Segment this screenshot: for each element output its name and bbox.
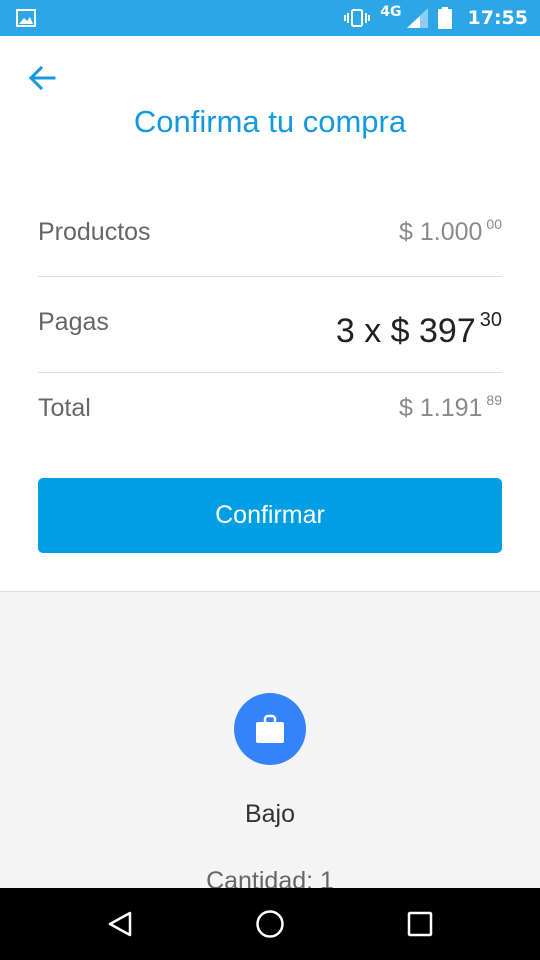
shopping-bag-icon bbox=[256, 714, 284, 743]
nav-recents-icon bbox=[407, 911, 433, 937]
products-amount: $ 1.000 00 bbox=[399, 216, 502, 247]
network-type: 4G bbox=[380, 4, 402, 20]
confirm-button-label: Confirmar bbox=[215, 501, 325, 529]
signal-icon bbox=[406, 8, 428, 28]
nav-back-button[interactable] bbox=[102, 906, 138, 942]
page-title: Confirma tu compra bbox=[133, 104, 407, 139]
status-bar: 4G 17:55 bbox=[0, 0, 540, 36]
nav-home-icon bbox=[256, 910, 284, 938]
product-panel: Bajo Cantidad: 1 bbox=[0, 591, 540, 888]
total-amount-cents: 89 bbox=[486, 392, 502, 408]
payments-label: Pagas bbox=[38, 308, 109, 336]
divider bbox=[38, 276, 502, 277]
product-name: Bajo bbox=[244, 800, 296, 828]
nav-back-icon bbox=[108, 911, 132, 937]
payments-amount-main: 3 x $ 397 bbox=[335, 312, 476, 350]
product-avatar bbox=[234, 693, 306, 765]
total-amount: $ 1.191 89 bbox=[399, 392, 502, 423]
battery-icon bbox=[437, 7, 452, 29]
divider bbox=[38, 372, 502, 373]
back-button[interactable] bbox=[26, 62, 58, 94]
navigation-bar bbox=[0, 888, 540, 960]
gallery-icon bbox=[16, 9, 36, 27]
nav-recents-button[interactable] bbox=[402, 906, 438, 942]
arrow-left-icon bbox=[28, 66, 56, 90]
vibrate-icon bbox=[344, 9, 371, 27]
products-amount-cents: 00 bbox=[486, 216, 502, 232]
payments-amount-cents: 30 bbox=[479, 309, 502, 331]
total-amount-main: $ 1.191 bbox=[399, 394, 483, 422]
payments-amount: 3 x $ 397 30 bbox=[335, 309, 502, 351]
products-label: Productos bbox=[38, 218, 151, 246]
products-amount-main: $ 1.000 bbox=[399, 218, 483, 246]
product-quantity: Cantidad: 1 bbox=[206, 867, 334, 888]
nav-home-button[interactable] bbox=[252, 906, 288, 942]
total-label: Total bbox=[38, 394, 91, 422]
confirm-button[interactable]: Confirmar bbox=[38, 478, 502, 553]
status-time: 17:55 bbox=[467, 7, 528, 29]
